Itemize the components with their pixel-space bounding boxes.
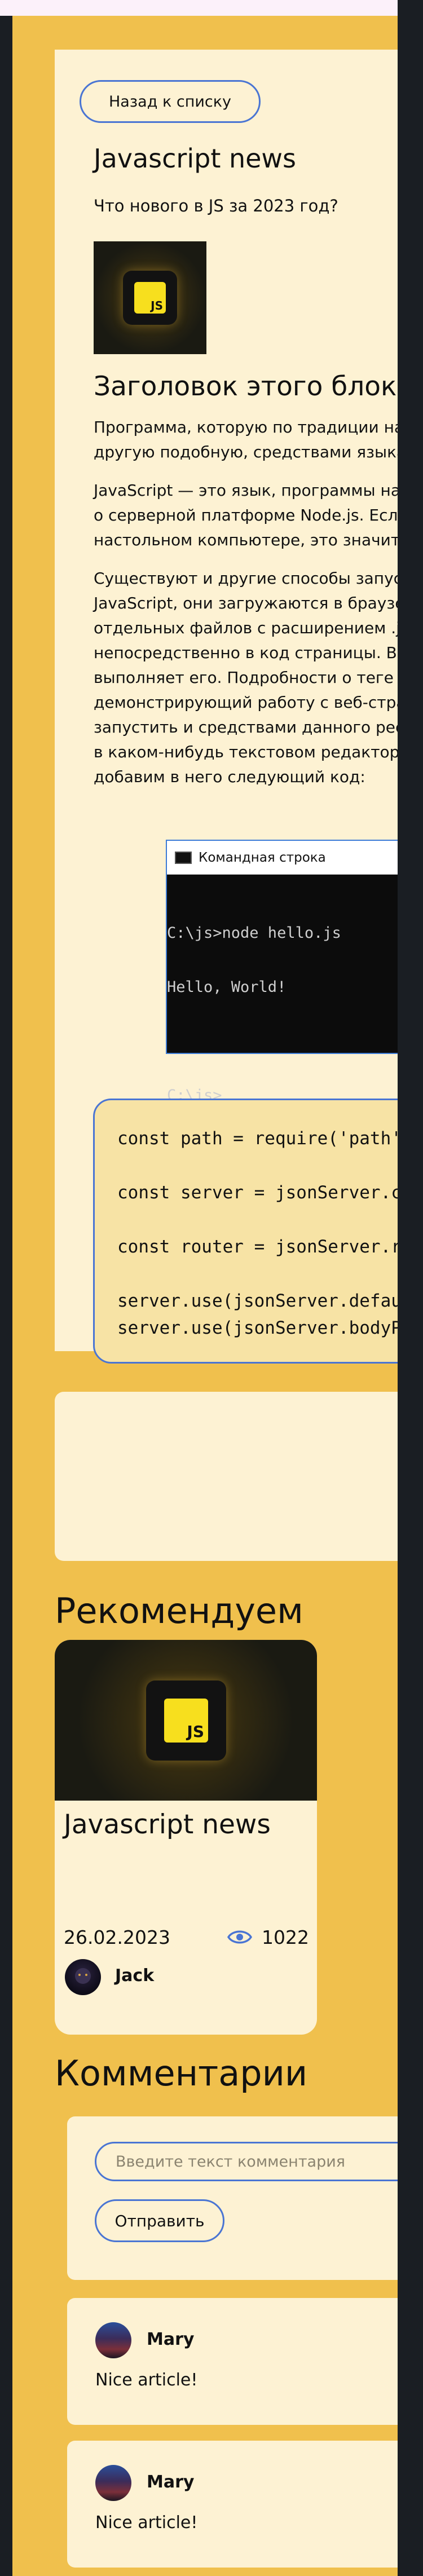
back-to-list-button[interactable]: Назад к списку	[80, 80, 261, 123]
comment-card: Mary Nice article!	[67, 2298, 398, 2425]
comment-input[interactable]	[95, 2142, 398, 2181]
paragraph-line: другую подобную, средствами языка.	[94, 443, 398, 461]
comment-card: Mary Nice article!	[67, 2441, 398, 2568]
js-logo-icon: JS	[134, 282, 166, 314]
paragraph-line: выполняет его. Подробности о теге script…	[94, 668, 398, 687]
terminal-line: C:\js>node hello.js	[167, 924, 341, 942]
comment-form	[67, 2116, 398, 2280]
paragraph-line: в каком-нибудь текстовом редакторе (напр…	[94, 743, 398, 761]
paragraph-line: добавим в него следующий код:	[94, 767, 365, 786]
recommend-heading: Рекомендуем	[55, 1590, 303, 1631]
article-paragraph-3: Существуют и другие способы запуска JS-к…	[94, 566, 398, 789]
comments-heading: Комментарии	[55, 2053, 308, 2094]
article-paragraph-1: Программа, которую по традиции называют …	[94, 415, 398, 465]
article-image: JS	[94, 241, 206, 354]
recommended-article-author[interactable]: Jack	[115, 1966, 154, 1986]
avatar	[95, 2465, 131, 2501]
avatar-image	[75, 1968, 91, 1984]
terminal-line: Hello, World!	[167, 978, 287, 996]
terminal-icon	[175, 851, 192, 864]
article-paragraph-2: JavaScript — это язык, программы на кото…	[94, 478, 398, 553]
page-content: Назад к списку Javascript news Что новог…	[12, 16, 398, 2576]
code-block: const path = require('path'); const serv…	[93, 1099, 398, 1364]
right-dark-strip	[398, 0, 423, 2576]
paragraph-line: JavaScript — это язык, программы на кото…	[94, 481, 398, 500]
paragraph-line: непосредственно в код страницы. Всё это …	[94, 643, 398, 662]
recommended-article-image: JS	[55, 1640, 317, 1801]
send-comment-button[interactable]: Отправить	[95, 2199, 224, 2242]
paragraph-line: демонстрирующий работу с веб-страницей с…	[94, 693, 398, 712]
avatar	[95, 2322, 131, 2358]
comment-text: Nice article!	[95, 2370, 198, 2390]
paragraph-line: запустить и средствами данного ресурса (…	[94, 718, 398, 736]
js-logo-icon: JS	[164, 1699, 208, 1743]
paragraph-line: о серверной платформе Node.js. Если до с…	[94, 506, 398, 524]
paragraph-line: Существуют и другие способы запуска JS-к…	[94, 569, 398, 588]
article-title: Javascript news	[94, 143, 297, 174]
block-title: Заголовок этого блока	[94, 371, 398, 402]
js-logo-frame: JS	[123, 271, 177, 325]
paragraph-line: настольном компьютере, это значит, что в…	[94, 531, 398, 549]
recommended-article-card[interactable]: JS Javascript news 26.02.2023 1022 Jack	[55, 1640, 317, 2035]
left-dark-strip	[0, 16, 12, 2576]
command-prompt-title: Командная строка	[199, 850, 326, 865]
command-prompt-titlebar: Командная строка	[167, 841, 398, 875]
comment-author[interactable]: Mary	[147, 2472, 194, 2492]
command-prompt-image: Командная строка C:\js>node hello.js Hel…	[166, 840, 398, 1104]
code-text: const path = require('path'); const serv…	[117, 1128, 398, 1338]
recommended-article-views: 1022	[262, 1926, 309, 1948]
comment-author[interactable]: Mary	[147, 2330, 194, 2349]
paragraph-line: JavaScript, они загружаются в браузер дл…	[94, 594, 398, 612]
recommended-article-title: Javascript news	[64, 1809, 271, 1840]
comment-text: Nice article!	[95, 2513, 198, 2533]
empty-block	[55, 1392, 398, 1561]
eye-icon	[227, 1930, 253, 1944]
avatar	[65, 1959, 101, 1995]
js-logo-frame: JS	[146, 1680, 226, 1761]
paragraph-line: отдельных файлов с расширением .js, кото…	[94, 619, 398, 637]
article-subtitle: Что нового в JS за 2023 год?	[94, 196, 338, 215]
recommended-article-date: 26.02.2023	[64, 1926, 170, 1948]
paragraph-line: Программа, которую по традиции называют …	[94, 418, 398, 436]
